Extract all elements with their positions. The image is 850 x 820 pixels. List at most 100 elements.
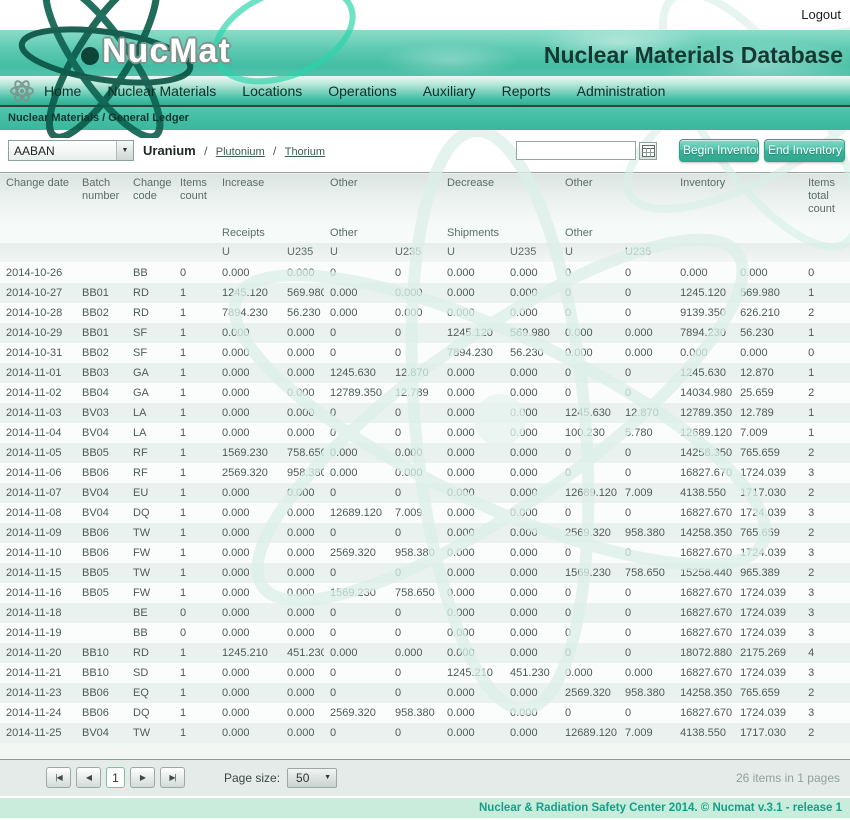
table-cell: 14034.980 (674, 383, 734, 403)
table-cell: 2014-11-23 (0, 683, 76, 703)
nav-item-administration[interactable]: Administration (577, 83, 666, 99)
group-receipts: Receipts (216, 223, 324, 243)
col-items-count[interactable]: Items count (174, 173, 216, 223)
table-row[interactable]: 2014-11-07BV04EU10.0000.000000.0000.0001… (0, 483, 850, 503)
col-other-decrease[interactable]: Other (559, 173, 674, 223)
nav-item-nuclear-materials[interactable]: Nuclear Materials (107, 83, 216, 99)
material-tab-plutonium[interactable]: Plutonium (216, 146, 265, 158)
table-cell: 3 (802, 623, 850, 643)
col-change-code[interactable]: Change code (127, 173, 174, 223)
table-cell: 0.000 (504, 283, 559, 303)
table-cell: 100.230 (559, 423, 619, 443)
table-row[interactable]: 2014-11-23BB06EQ10.0000.000000.0000.0002… (0, 683, 850, 703)
col-batch-number[interactable]: Batch number (76, 173, 127, 223)
table-row[interactable]: 2014-11-01BB03GA10.0000.0001245.63012.87… (0, 363, 850, 383)
table-row[interactable]: 2014-11-25BV04TW10.0000.000000.0000.0001… (0, 723, 850, 743)
table-cell: 0.000 (504, 603, 559, 623)
table-row[interactable]: 2014-11-16BB05FW10.0000.0001569.230758.6… (0, 583, 850, 603)
table-cell: 0 (389, 663, 441, 683)
table-cell: 12689.120 (559, 483, 619, 503)
footer: Nuclear & Radiation Safety Center 2014. … (0, 798, 850, 818)
table-cell: 0.000 (441, 283, 504, 303)
table-row[interactable]: 2014-10-27BB01RD11245.120569.9800.0000.0… (0, 283, 850, 303)
nav-item-reports[interactable]: Reports (502, 83, 551, 99)
table-row[interactable]: 2014-10-26BB00.0000.000000.0000.000000.0… (0, 263, 850, 283)
table-row[interactable]: 2014-11-10BB06FW10.0000.0002569.320958.3… (0, 543, 850, 563)
table-row[interactable]: 2014-11-02BB04GA10.0000.00012789.35012.7… (0, 383, 850, 403)
table-cell: 2014-11-03 (0, 403, 76, 423)
table-row[interactable]: 2014-11-08BV04DQ10.0000.00012689.1207.00… (0, 503, 850, 523)
table-row[interactable]: 2014-11-19BB00.0000.000000.0000.00000168… (0, 623, 850, 643)
nav-item-auxiliary[interactable]: Auxiliary (423, 83, 476, 99)
table-cell: 0 (324, 263, 389, 283)
table-row[interactable]: 2014-10-28BB02RD17894.23056.2300.0000.00… (0, 303, 850, 323)
table-cell: 1724.039 (734, 463, 802, 483)
end-inventory-button[interactable]: End Inventory (764, 139, 845, 162)
current-page-button[interactable]: 1 (106, 767, 125, 788)
table-cell: 0.000 (216, 323, 281, 343)
table-cell: 0 (324, 723, 389, 743)
table-cell: 7.009 (619, 723, 674, 743)
material-tab-uranium[interactable]: Uranium (143, 143, 196, 158)
col-inventory[interactable]: Inventory (674, 173, 802, 223)
table-cell: LA (127, 423, 174, 443)
table-row[interactable]: 2014-11-05BB05RF11569.230758.6500.0000.0… (0, 443, 850, 463)
table-row[interactable]: 2014-11-03BV03LA10.0000.000000.0000.0001… (0, 403, 850, 423)
table-cell: 56.230 (281, 303, 324, 323)
table-cell: 56.230 (504, 343, 559, 363)
col-other-increase[interactable]: Other (324, 173, 441, 223)
table-cell: 2014-11-08 (0, 503, 76, 523)
table-cell: 25.659 (734, 383, 802, 403)
table-row[interactable]: 2014-10-31BB02SF10.0000.000007894.23056.… (0, 343, 850, 363)
next-page-button[interactable]: ▶ (130, 767, 155, 788)
begin-inventory-button[interactable]: Begin Inventory (679, 139, 759, 162)
table-cell: 2014-10-31 (0, 343, 76, 363)
nav-item-home[interactable]: Home (44, 83, 81, 99)
table-cell: 569.980 (734, 283, 802, 303)
table-row[interactable]: 2014-11-04BV04LA10.0000.000000.0000.0001… (0, 423, 850, 443)
table-row[interactable]: 2014-10-29BB01SF10.0000.000001245.120569… (0, 323, 850, 343)
nav-item-locations[interactable]: Locations (242, 83, 302, 99)
nav-item-operations[interactable]: Operations (328, 83, 396, 99)
col-change-date[interactable]: Change date (0, 173, 76, 223)
table-cell: 765.659 (734, 683, 802, 703)
table-row[interactable]: 2014-11-21BB10SD10.0000.000001245.210451… (0, 663, 850, 683)
table-row[interactable]: 2014-11-24BB06DQ10.0000.0002569.320958.3… (0, 703, 850, 723)
table-row[interactable]: 2014-11-18BE00.0000.000000.0000.00000168… (0, 603, 850, 623)
table-row[interactable]: 2014-11-09BB06TW10.0000.000000.0000.0002… (0, 523, 850, 543)
col-decrease[interactable]: Decrease (441, 173, 559, 223)
group-other-decrease: Other (559, 223, 674, 243)
date-input[interactable] (516, 141, 636, 160)
calendar-picker-button[interactable] (639, 142, 657, 160)
material-tab-thorium[interactable]: Thorium (285, 146, 325, 158)
table-cell: 0.000 (441, 603, 504, 623)
page-size-dropdown[interactable]: 50 ▼ (287, 768, 337, 788)
col-increase[interactable]: Increase (216, 173, 324, 223)
table-row[interactable]: 2014-11-15BB05TW10.0000.000000.0000.0001… (0, 563, 850, 583)
table-cell: 2014-11-02 (0, 383, 76, 403)
table-cell: 0.000 (441, 643, 504, 663)
table-cell: 0.000 (441, 443, 504, 463)
table-cell: 16827.670 (674, 463, 734, 483)
table-row[interactable]: 2014-11-06BB06RF12569.320958.3800.0000.0… (0, 463, 850, 483)
first-page-button[interactable]: |◀ (46, 767, 71, 788)
col-items-total-count[interactable]: Items total count (802, 173, 850, 223)
table-cell: 0.000 (674, 343, 734, 363)
table-cell: TW (127, 563, 174, 583)
group-other-increase: Other (324, 223, 441, 243)
table-cell: 0.000 (441, 723, 504, 743)
table-cell: 3 (802, 703, 850, 723)
table-cell: 0 (559, 503, 619, 523)
table-cell: 0.000 (734, 343, 802, 363)
main-nav: Home Nuclear Materials Locations Operati… (0, 76, 850, 107)
table-cell: 2014-11-10 (0, 543, 76, 563)
location-filter-dropdown[interactable]: AABAN ▼ (8, 140, 134, 161)
table-cell: 0 (389, 623, 441, 643)
previous-page-button[interactable]: ◀ (76, 767, 101, 788)
table-cell: 2014-11-07 (0, 483, 76, 503)
table-cell: 1 (174, 443, 216, 463)
logout-link[interactable]: Logout (801, 7, 841, 22)
last-page-button[interactable]: ▶| (160, 767, 185, 788)
table-row[interactable]: 2014-11-20BB10RD11245.210451.2300.0000.0… (0, 643, 850, 663)
table-cell: 0 (619, 623, 674, 643)
